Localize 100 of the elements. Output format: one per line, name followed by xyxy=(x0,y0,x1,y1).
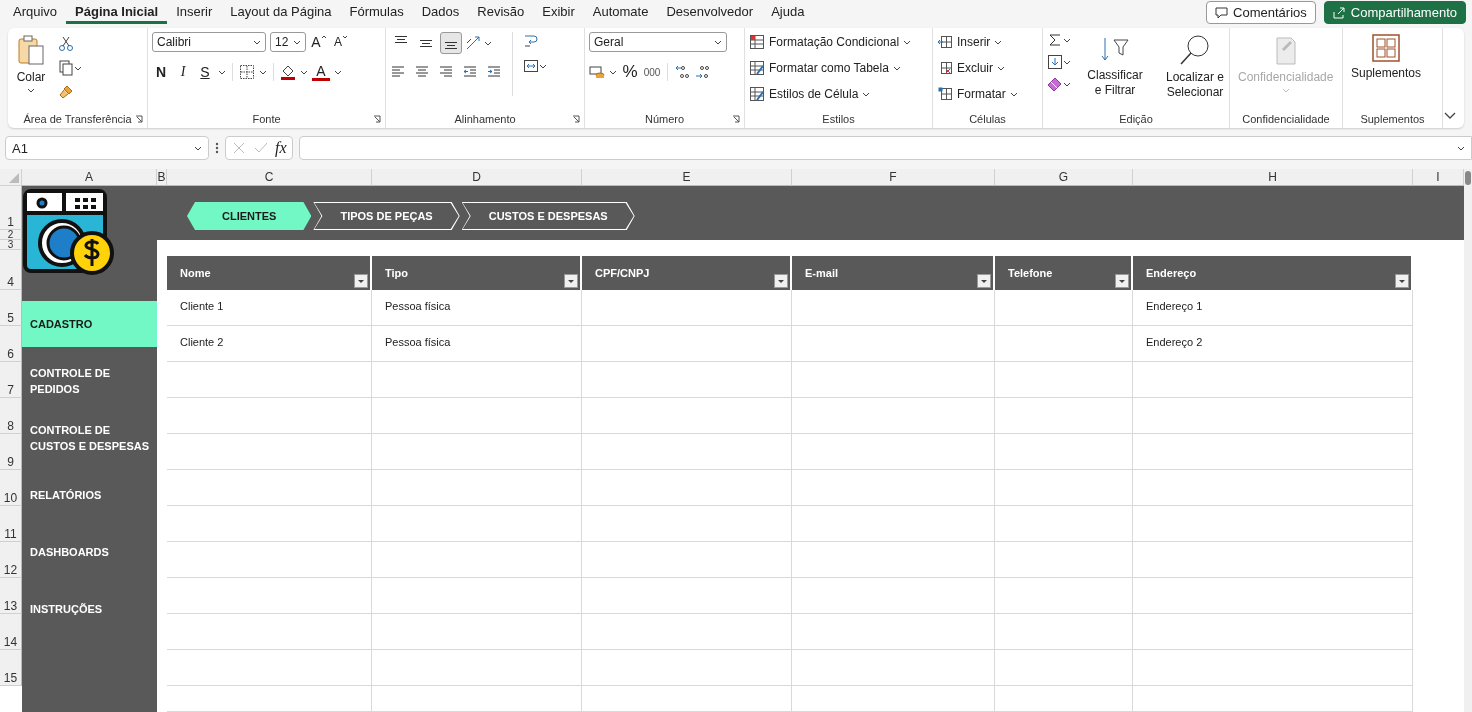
sidebar-item[interactable]: CADASTRO xyxy=(22,301,157,347)
sheet-nav-tab[interactable]: CUSTOS E DESPESAS xyxy=(461,202,635,230)
sheet-nav-tab[interactable]: CLIENTES xyxy=(187,202,312,230)
menu-tab[interactable]: Dados xyxy=(412,1,469,24)
filter-dropdown-icon[interactable] xyxy=(977,274,991,288)
number-format-select[interactable]: Geral xyxy=(589,32,727,52)
align-center-icon[interactable] xyxy=(414,64,430,80)
menu-tab[interactable]: Fórmulas xyxy=(340,1,413,24)
fill-color-icon[interactable] xyxy=(280,64,296,80)
vertical-align-button[interactable] xyxy=(440,32,462,54)
menu-tab[interactable]: Revisão xyxy=(468,1,534,24)
underline-button[interactable]: S xyxy=(196,62,214,82)
decrease-indent-icon[interactable] xyxy=(462,64,478,80)
wrap-text-icon[interactable] xyxy=(523,32,539,48)
row-header[interactable]: 1 xyxy=(0,186,22,230)
row-header[interactable]: 12 xyxy=(0,542,22,578)
more-icon[interactable] xyxy=(215,141,219,155)
filter-dropdown-icon[interactable] xyxy=(1395,274,1409,288)
merge-center-icon[interactable] xyxy=(523,58,539,74)
column-header[interactable]: C xyxy=(167,169,372,186)
align-left-icon[interactable] xyxy=(390,64,406,80)
font-family-select[interactable]: Calibri xyxy=(152,32,266,52)
filter-dropdown-icon[interactable] xyxy=(774,274,788,288)
dialog-launcher-icon[interactable] xyxy=(732,115,740,123)
caret-icon[interactable] xyxy=(484,40,492,46)
sidebar-item[interactable]: DASHBOARDS xyxy=(22,529,157,575)
borders-icon[interactable] xyxy=(239,64,255,80)
row-header[interactable]: 7 xyxy=(0,362,22,398)
menu-tab[interactable]: Desenvolvedor xyxy=(657,1,763,24)
cells-menu-button[interactable]: Inserir xyxy=(937,32,1003,52)
row-header[interactable]: 6 xyxy=(0,326,22,362)
menu-tab[interactable]: Layout da Página xyxy=(221,1,341,24)
formula-input[interactable] xyxy=(298,136,1472,160)
menu-tab[interactable]: Ajuda xyxy=(762,1,814,24)
menu-tab[interactable]: Página Inicial xyxy=(66,1,168,24)
column-header[interactable]: H xyxy=(1133,169,1413,186)
column-header[interactable]: F xyxy=(792,169,995,186)
row-header[interactable]: 5 xyxy=(0,290,22,326)
eraser-icon[interactable] xyxy=(1047,76,1063,92)
caret-icon[interactable] xyxy=(259,69,267,75)
sidebar-item[interactable]: RELATÓRIOS xyxy=(22,472,157,518)
dialog-launcher-icon[interactable] xyxy=(373,115,381,123)
caret-icon[interactable] xyxy=(218,69,226,75)
percent-button[interactable]: % xyxy=(621,62,639,82)
collapse-ribbon-icon[interactable] xyxy=(1444,112,1456,120)
share-button[interactable]: Compartilhamento xyxy=(1323,1,1466,24)
comments-button[interactable]: Comentários xyxy=(1206,1,1316,24)
grow-font-button[interactable]: A xyxy=(310,32,328,52)
menu-tab[interactable]: Inserir xyxy=(167,1,222,24)
italic-button[interactable]: I xyxy=(174,62,192,82)
menu-tab[interactable]: Exibir xyxy=(533,1,584,24)
dialog-launcher-icon[interactable] xyxy=(572,115,580,123)
menu-tab[interactable]: Arquivo xyxy=(4,1,67,24)
caret-icon[interactable] xyxy=(1063,59,1071,65)
sidebar-item[interactable]: INSTRUÇÕES xyxy=(22,586,157,632)
dialog-launcher-icon[interactable] xyxy=(135,115,143,123)
caret-icon[interactable] xyxy=(1063,81,1071,87)
currency-icon[interactable] xyxy=(589,64,605,80)
row-header[interactable]: 9 xyxy=(0,434,22,470)
filter-dropdown-icon[interactable] xyxy=(354,274,368,288)
column-header[interactable]: A xyxy=(22,169,157,186)
styles-menu-button[interactable]: Formatação Condicional xyxy=(749,32,912,52)
caret-icon[interactable] xyxy=(300,69,308,75)
menu-tab[interactable]: Automate xyxy=(583,1,658,24)
sidebar-item[interactable]: CONTROLE DE CUSTOS E DESPESAS xyxy=(22,415,157,461)
shrink-font-button[interactable]: A xyxy=(332,32,350,52)
row-header[interactable]: 14 xyxy=(0,614,22,650)
name-box[interactable]: A1 xyxy=(5,136,209,160)
font-size-select[interactable]: 12 xyxy=(270,32,306,52)
sum-icon[interactable] xyxy=(1047,32,1063,48)
sidebar-item[interactable]: CONTROLE DE PEDIDOS xyxy=(22,358,157,404)
decrease-decimal-icon[interactable] xyxy=(694,64,710,80)
increase-indent-icon[interactable] xyxy=(486,64,502,80)
column-header[interactable]: D xyxy=(372,169,582,186)
paste-button[interactable]: Colar xyxy=(12,32,50,95)
copy-icon[interactable] xyxy=(58,60,74,76)
styles-menu-button[interactable]: Formatar como Tabela xyxy=(749,58,901,78)
column-header[interactable]: G xyxy=(995,169,1133,186)
filter-dropdown-icon[interactable] xyxy=(1115,274,1129,288)
row-header[interactable]: 8 xyxy=(0,398,22,434)
cells-menu-button[interactable]: Excluir xyxy=(937,58,1005,78)
scissors-icon[interactable] xyxy=(58,36,74,52)
column-header[interactable]: I xyxy=(1413,169,1464,186)
sheet-nav-tab[interactable]: TIPOS DE PEÇAS xyxy=(313,202,460,230)
insert-function-button[interactable]: fx xyxy=(275,139,287,157)
expand-icon[interactable] xyxy=(1457,145,1465,151)
row-header[interactable]: 15 xyxy=(0,650,22,686)
caret-icon[interactable] xyxy=(609,69,617,75)
thousands-button[interactable]: 000 xyxy=(643,62,661,82)
orientation-icon[interactable] xyxy=(465,35,481,51)
row-header[interactable]: 4 xyxy=(0,250,22,290)
caret-icon[interactable] xyxy=(334,69,342,75)
column-header[interactable]: E xyxy=(582,169,792,186)
filter-dropdown-icon[interactable] xyxy=(564,274,578,288)
caret-icon[interactable] xyxy=(539,63,547,69)
font-color-button[interactable]: A xyxy=(312,63,330,81)
styles-menu-button[interactable]: Estilos de Célula xyxy=(749,84,871,104)
brush-icon[interactable] xyxy=(58,84,74,100)
caret-icon[interactable] xyxy=(74,65,82,71)
vertical-scrollbar[interactable] xyxy=(1464,169,1472,712)
